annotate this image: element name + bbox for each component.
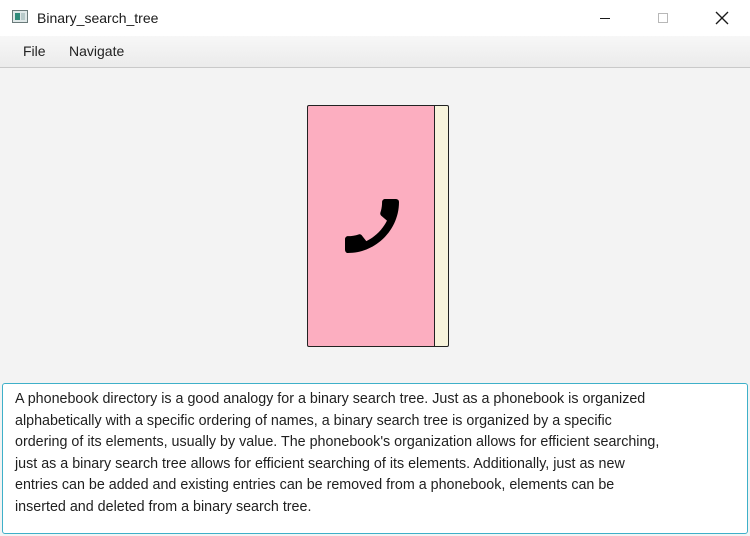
description-line: ordering of its elements, usually by val… [15, 434, 660, 450]
phonebook-illustration [307, 105, 449, 347]
minimize-icon [600, 17, 610, 19]
description-line: alphabetically with a specific ordering … [15, 412, 612, 429]
menu-bar: File Navigate [0, 36, 750, 68]
minimize-button[interactable] [582, 0, 628, 36]
app-window: Binary_search_tree File Navigate A phone… [0, 0, 750, 536]
description-text: A phonebook directory is a good analogy … [15, 389, 737, 518]
maximize-icon [658, 13, 668, 23]
phonebook-pages [434, 105, 449, 347]
description-line: inserted and deleted from a binary searc… [15, 498, 312, 515]
close-button[interactable] [699, 0, 745, 36]
description-textarea[interactable]: A phonebook directory is a good analogy … [2, 383, 748, 534]
menu-file[interactable]: File [23, 43, 46, 60]
description-line: A phonebook directory is a good analogy … [15, 391, 646, 407]
description-line: just as a binary search tree allows for … [15, 455, 625, 472]
phone-handset-icon [345, 199, 399, 253]
window-title: Binary_search_tree [37, 10, 159, 26]
description-line: entries can be added and existing entrie… [15, 477, 615, 493]
maximize-button[interactable] [640, 0, 686, 36]
close-icon [715, 11, 729, 25]
title-bar[interactable]: Binary_search_tree [0, 0, 750, 36]
phonebook-cover [307, 105, 436, 347]
menu-navigate[interactable]: Navigate [69, 43, 124, 60]
illustration-area [0, 68, 750, 383]
app-window-icon [12, 10, 28, 23]
